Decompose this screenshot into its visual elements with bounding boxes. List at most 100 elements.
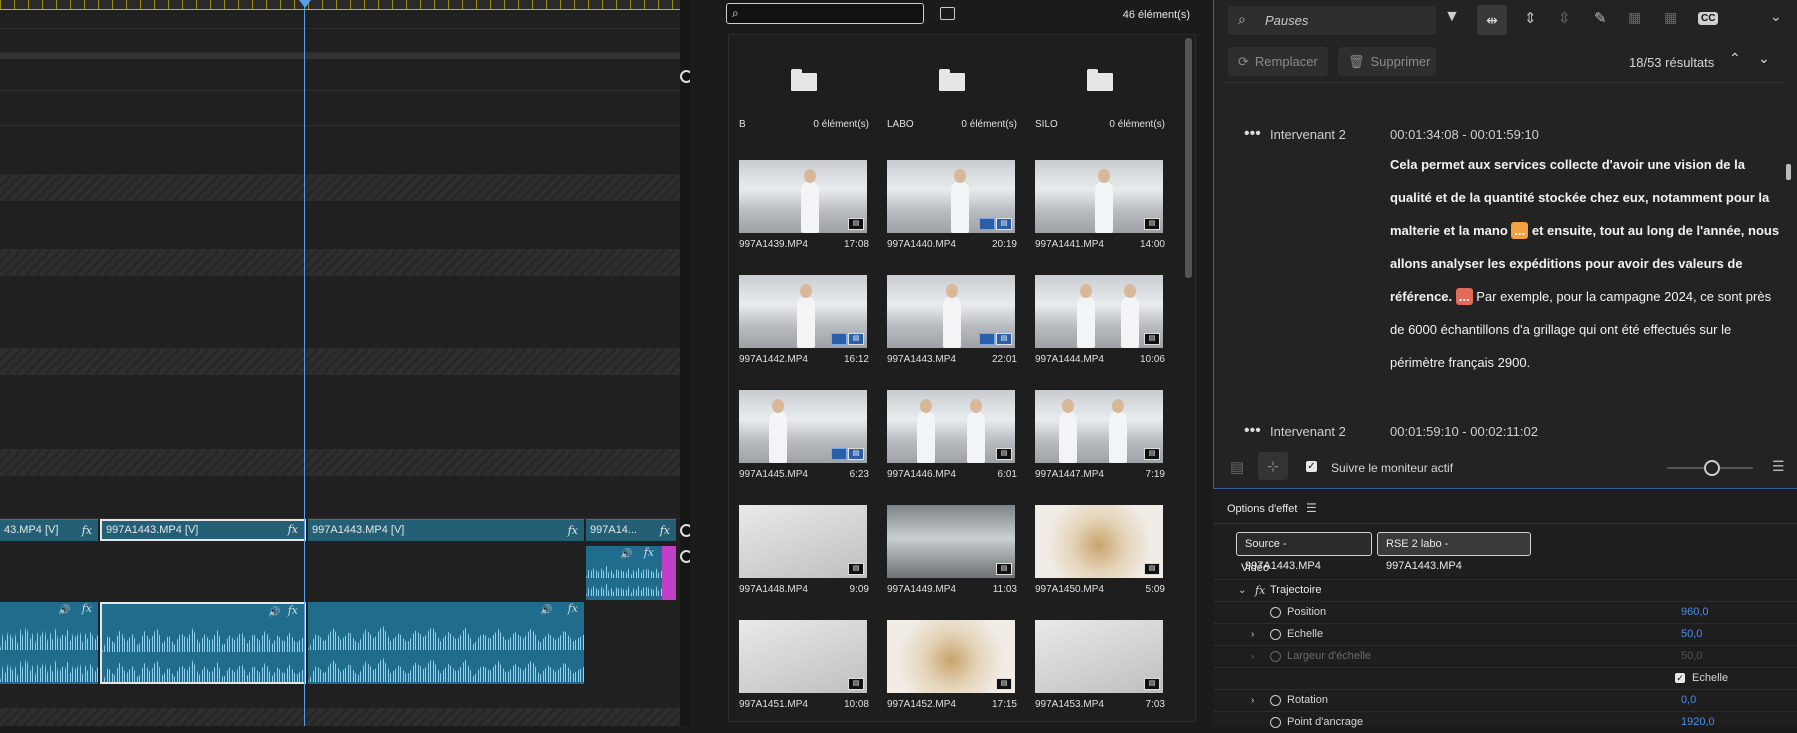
panel-menu-icon[interactable]: ☰ — [1306, 501, 1317, 515]
clip-item[interactable]: ▤ 997A1439.MP4 17:08 — [739, 160, 869, 250]
speaker-label[interactable]: Intervenant 2 — [1270, 424, 1346, 439]
fx-icon: fx — [567, 602, 578, 615]
clip-duration: 14:00 — [1139, 239, 1165, 250]
clip-item[interactable]: ▤ 997A1453.MP4 7:03 — [1035, 620, 1165, 710]
video-track-empty — [0, 29, 680, 53]
clip-item[interactable]: ▤ 997A1443.MP4 22:01 — [887, 275, 1017, 365]
clip-item[interactable]: ▤ 997A1447.MP4 7:19 — [1035, 390, 1165, 480]
tab-source[interactable]: Source - 997A1443.MP4 — [1236, 532, 1372, 572]
video-clip-selected[interactable]: 997A1443.MP4 [V] fx — [100, 519, 306, 541]
collapse-icon[interactable]: ⇳ — [1558, 9, 1571, 27]
chevron-right-icon[interactable]: › — [1251, 690, 1254, 711]
audio-track-empty — [0, 201, 680, 250]
audio-clip[interactable]: 🔊 fx — [0, 602, 98, 684]
video-clip[interactable]: 43.MP4 [V] fx — [0, 519, 98, 541]
split-icon[interactable]: ⇹ — [1477, 5, 1507, 35]
property-rotation[interactable]: › Rotation 0,0 — [1213, 689, 1797, 711]
follow-checkbox[interactable]: ✓ — [1306, 461, 1317, 472]
clip-name: 997A1447.MP4 — [1035, 469, 1104, 480]
speakers-icon[interactable]: ▦ — [1628, 9, 1641, 26]
anchor-value[interactable]: 1920,0 — [1681, 712, 1715, 733]
pause-marker[interactable]: ... — [1511, 222, 1529, 239]
folder-icon — [1087, 69, 1113, 91]
chevron-down-icon[interactable]: ⌄ — [1758, 50, 1770, 67]
playhead[interactable] — [304, 0, 305, 726]
more-icon[interactable]: ••• — [1244, 125, 1261, 143]
clip-item[interactable]: ▤ 997A1442.MP4 16:12 — [739, 275, 869, 365]
export-icon[interactable]: ▤ — [1230, 458, 1244, 476]
bin-search-field[interactable]: ⌕ — [726, 3, 924, 24]
clip-item[interactable]: ▤ 997A1440.MP4 20:19 — [887, 160, 1017, 250]
filter-icon[interactable]: ▼ — [1444, 8, 1460, 26]
clip-item[interactable]: ▤ 997A1449.MP4 11:03 — [887, 505, 1017, 595]
fx-icon: fx — [643, 546, 654, 559]
stopwatch-icon[interactable] — [1270, 628, 1281, 640]
property-anchor-point[interactable]: Point d'ancrage 1920,0 — [1213, 711, 1797, 733]
transcript-scrollbar[interactable] — [1786, 164, 1791, 180]
scroll-handle[interactable] — [680, 524, 690, 537]
transcript-search-field[interactable]: ⌕ Pauses — [1228, 6, 1436, 35]
zoom-slider-handle[interactable] — [1704, 460, 1720, 476]
clip-item[interactable]: ▤ 997A1448.MP4 9:09 — [739, 505, 869, 595]
timeline-panel[interactable]: 43.MP4 [V] fx 997A1443.MP4 [V] fx 997A1443… — [0, 0, 690, 726]
track-divider[interactable] — [0, 53, 680, 59]
stopwatch-icon[interactable] — [1270, 694, 1281, 706]
property-position[interactable]: Position 960,0 — [1213, 601, 1797, 623]
clip-item[interactable]: ▤ 997A1445.MP4 6:23 — [739, 390, 869, 480]
rotation-value[interactable]: 0,0 — [1681, 690, 1696, 711]
uniform-scale-checkbox[interactable]: ✓ — [1675, 673, 1685, 683]
delete-button[interactable]: 🗑 Supprimer — [1338, 47, 1436, 76]
timeline-scrollbar[interactable] — [680, 0, 690, 726]
align-icon[interactable]: ⊹ — [1258, 452, 1288, 480]
sync-icon[interactable]: ▦ — [1664, 9, 1677, 26]
stopwatch-icon[interactable] — [1270, 606, 1281, 618]
transcript-text[interactable]: Cela permet aux services collecte d'avoi… — [1390, 148, 1780, 379]
chevron-right-icon[interactable]: › — [1251, 624, 1254, 645]
settings-sliders-icon[interactable]: ☰ — [1772, 458, 1785, 475]
folder-item[interactable]: SILO 0 élément(s) — [1035, 69, 1165, 133]
audio-clip[interactable]: 🔊 fx — [308, 602, 584, 684]
clip-item[interactable]: ▤ 997A1450.MP4 5:09 — [1035, 505, 1165, 595]
folder-name: LABO — [887, 119, 914, 130]
clip-item[interactable]: ▤ 997A1451.MP4 10:08 — [739, 620, 869, 710]
audio-clip-selected[interactable]: 🔊 fx — [100, 602, 306, 684]
clip-item[interactable]: ▤ 997A1441.MP4 14:00 — [1035, 160, 1165, 250]
scroll-handle[interactable] — [680, 70, 690, 83]
track-hatched — [0, 349, 680, 375]
expand-icon[interactable]: ⇕ — [1524, 9, 1537, 27]
folder-item[interactable]: B 0 élément(s) — [739, 69, 869, 133]
video-clip[interactable]: 997A1443.MP4 [V] fx — [308, 519, 584, 541]
audio-clip[interactable]: 🔊 fx — [586, 546, 662, 600]
clip-item[interactable]: ▤ 997A1452.MP4 17:15 — [887, 620, 1017, 710]
chevron-up-icon[interactable]: ⌃ — [1729, 50, 1741, 67]
scroll-handle[interactable] — [680, 550, 690, 563]
speaker-icon: 🔊 — [268, 607, 281, 618]
folder-item[interactable]: LABO 0 élément(s) — [887, 69, 1017, 133]
time-ruler[interactable] — [0, 0, 685, 10]
pause-marker-selected[interactable]: ... — [1455, 288, 1473, 305]
more-icon[interactable]: ••• — [1244, 422, 1261, 440]
effect-trajectoire[interactable]: ⌄ fx Trajectoire — [1213, 579, 1797, 601]
replace-button[interactable]: ⟳ Remplacer — [1228, 47, 1328, 76]
clip-item[interactable]: ▤ 997A1446.MP4 6:01 — [887, 390, 1017, 480]
clip-duration: 6:23 — [849, 469, 869, 480]
playhead-handle[interactable] — [299, 0, 311, 8]
clip-item[interactable]: ▤ 997A1444.MP4 10:06 — [1035, 275, 1165, 365]
tab-sequence[interactable]: RSE 2 labo - 997A1443.MP4 — [1377, 532, 1531, 572]
chevron-down-icon[interactable]: ⌄ — [1238, 580, 1246, 601]
fx-icon: fx — [659, 524, 670, 537]
video-clip[interactable]: 997A14... fx — [586, 519, 676, 541]
panel-title[interactable]: Options d'effet — [1227, 503, 1297, 515]
pencil-icon[interactable]: ✎ — [1594, 9, 1607, 27]
property-scale[interactable]: › Echelle 50,0 — [1213, 623, 1797, 645]
property-uniform-scale[interactable]: ✓ Echelle — [1213, 667, 1797, 689]
bin-scrollbar[interactable] — [1185, 38, 1192, 278]
chevron-down-icon[interactable]: ⌄ — [1770, 8, 1782, 25]
position-value[interactable]: 960,0 — [1681, 602, 1709, 623]
speaker-label[interactable]: Intervenant 2 — [1270, 127, 1346, 142]
scale-value[interactable]: 50,0 — [1681, 624, 1702, 645]
new-search-bin-icon[interactable] — [940, 7, 955, 20]
audio-clip-end[interactable] — [662, 546, 676, 600]
captions-icon[interactable]: CC — [1698, 12, 1719, 25]
clip-duration: 20:19 — [991, 239, 1017, 250]
